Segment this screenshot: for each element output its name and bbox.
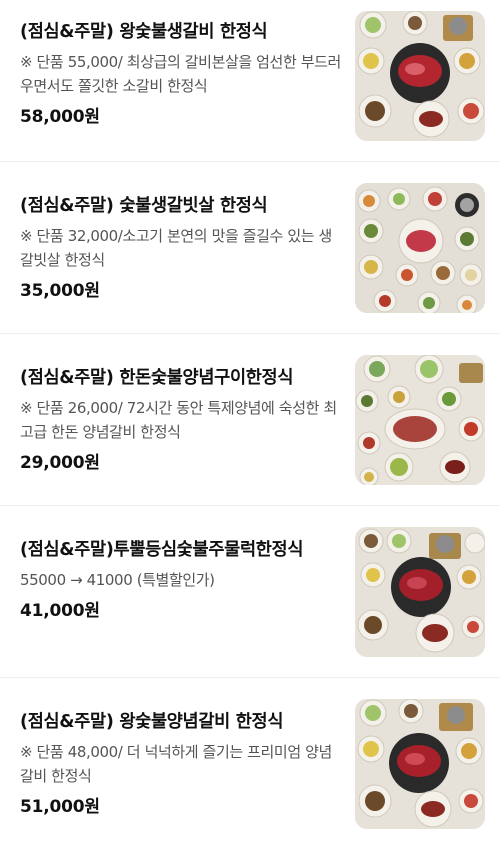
menu-item-text: (점심&주말) 숯불생갈빗살 한정식 ※ 단품 32,000/소고기 본연의 맛… [20, 192, 342, 304]
menu-item-text: (점심&주말) 왕숯불양념갈비 한정식 ※ 단품 48,000/ 더 넉넉하게 … [20, 708, 342, 820]
menu-item-photo[interactable] [355, 11, 485, 141]
menu-item-title: (점심&주말)투뿔등심숯불주물럭한정식 [20, 540, 304, 560]
korean-set-meal-photo-icon [355, 355, 485, 485]
korean-set-meal-photo-icon [355, 699, 485, 829]
menu-item-text: (점심&주말) 왕숯불생갈비 한정식 ※ 단품 55,000/ 최상급의 갈비본… [20, 18, 342, 130]
menu-item-title: (점심&주말) 숯불생갈빗살 한정식 [20, 196, 268, 216]
menu-item-description: ※ 단품 48,000/ 더 넉넉하게 즐기는 프리미엄 양념갈비 한정식 [20, 743, 332, 785]
korean-set-meal-photo-icon [355, 11, 485, 141]
menu-item[interactable]: (점심&주말)투뿔등심숯불주물럭한정식 55000 → 41000 (특별할인가… [0, 506, 500, 678]
menu-item[interactable]: (점심&주말) 한돈숯불양념구이한정식 ※ 단품 26,000/ 72시간 동안… [0, 334, 500, 506]
menu-list: (점심&주말) 왕숯불생갈비 한정식 ※ 단품 55,000/ 최상급의 갈비본… [0, 0, 500, 842]
menu-item-photo[interactable] [355, 699, 485, 829]
menu-item-title: (점심&주말) 한돈숯불양념구이한정식 [20, 368, 294, 388]
menu-item-description: ※ 단품 32,000/소고기 본연의 맛을 즐길수 있는 생갈빗살 한정식 [20, 227, 332, 269]
korean-set-meal-photo-icon [355, 527, 485, 657]
korean-set-meal-photo-icon [355, 183, 485, 313]
menu-item-photo[interactable] [355, 527, 485, 657]
menu-item-price: 58,000원 [20, 107, 100, 127]
menu-item-description: ※ 단품 55,000/ 최상급의 갈비본살을 엄선한 부드러우면서도 쫄깃한 … [20, 53, 341, 95]
menu-item-price: 35,000원 [20, 281, 100, 301]
menu-item-photo[interactable] [355, 183, 485, 313]
menu-item-photo[interactable] [355, 355, 485, 485]
menu-item-text: (점심&주말)투뿔등심숯불주물럭한정식 55000 → 41000 (특별할인가… [20, 536, 342, 624]
menu-item-text: (점심&주말) 한돈숯불양념구이한정식 ※ 단품 26,000/ 72시간 동안… [20, 364, 342, 476]
menu-item[interactable]: (점심&주말) 숯불생갈빗살 한정식 ※ 단품 32,000/소고기 본연의 맛… [0, 162, 500, 334]
menu-item-title: (점심&주말) 왕숯불양념갈비 한정식 [20, 712, 284, 732]
menu-item-price: 29,000원 [20, 453, 100, 473]
menu-item-price: 51,000원 [20, 797, 100, 817]
menu-item[interactable]: (점심&주말) 왕숯불생갈비 한정식 ※ 단품 55,000/ 최상급의 갈비본… [0, 0, 500, 162]
menu-item-description: ※ 단품 26,000/ 72시간 동안 특제양념에 숙성한 최고급 한돈 양념… [20, 399, 337, 441]
menu-item[interactable]: (점심&주말) 왕숯불양념갈비 한정식 ※ 단품 48,000/ 더 넉넉하게 … [0, 678, 500, 842]
menu-item-price: 41,000원 [20, 601, 100, 621]
menu-item-description: 55000 → 41000 (특별할인가) [20, 571, 215, 589]
menu-item-title: (점심&주말) 왕숯불생갈비 한정식 [20, 22, 268, 42]
